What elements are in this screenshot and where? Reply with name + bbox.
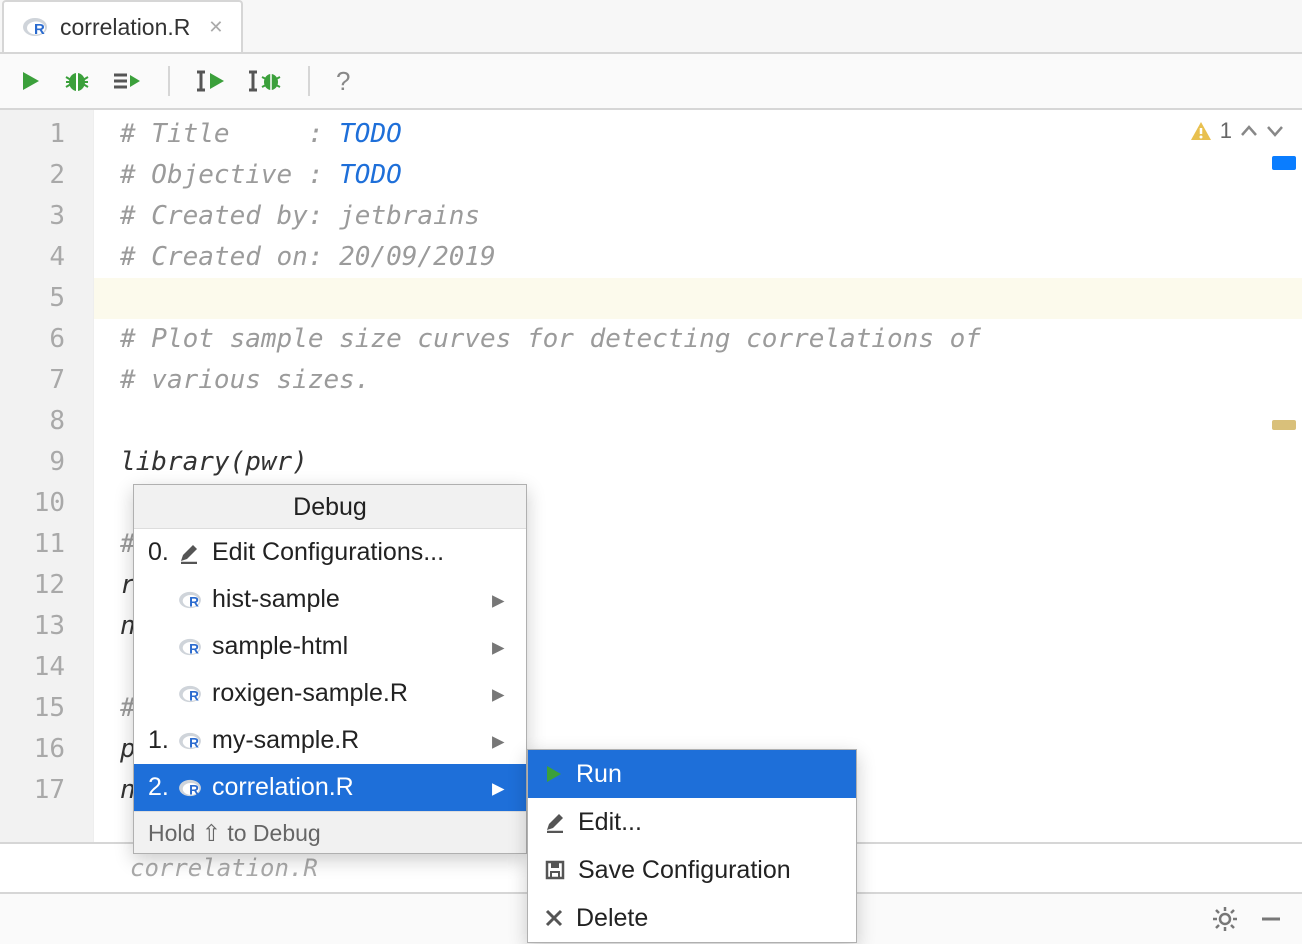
line-number: 7 bbox=[0, 360, 93, 401]
popup-title: Debug bbox=[134, 485, 526, 529]
line-number: 8 bbox=[0, 401, 93, 442]
submenu-arrow-icon: ▸ bbox=[492, 585, 512, 615]
code-line[interactable]: # Objective : TODO bbox=[94, 155, 1302, 196]
menu-item-label: my-sample.R bbox=[212, 726, 492, 755]
line-number: 13 bbox=[0, 606, 93, 647]
line-number: 1 bbox=[0, 114, 93, 155]
svg-text:R: R bbox=[34, 21, 45, 38]
r-logo-icon: R bbox=[178, 778, 212, 798]
debug-config-item[interactable]: Rsample-html▸ bbox=[134, 623, 526, 670]
line-number: 11 bbox=[0, 524, 93, 565]
r-logo-icon: R bbox=[178, 637, 212, 657]
run-selection-icon[interactable] bbox=[112, 70, 142, 92]
submenu-item[interactable]: Delete bbox=[528, 894, 856, 942]
submenu-item[interactable]: Run bbox=[528, 750, 856, 798]
debug-popup[interactable]: Debug 0. Edit Configurations... Rhist-sa… bbox=[133, 484, 527, 854]
breadcrumb-item[interactable]: correlation.R bbox=[130, 854, 318, 882]
cross-icon bbox=[544, 908, 564, 928]
svg-text:R: R bbox=[189, 782, 199, 797]
debug-icon[interactable] bbox=[64, 69, 90, 93]
line-number: 10 bbox=[0, 483, 93, 524]
line-number: 5 bbox=[0, 278, 93, 319]
line-number: 2 bbox=[0, 155, 93, 196]
inspection-summary[interactable]: 1 bbox=[1190, 118, 1284, 144]
debug-submenu[interactable]: Run Edit... Save Configuration Delete bbox=[527, 749, 857, 943]
warning-icon bbox=[1190, 120, 1212, 142]
help-icon[interactable]: ? bbox=[336, 66, 350, 97]
submenu-arrow-icon: ▸ bbox=[492, 773, 512, 803]
submenu-item[interactable]: Save Configuration bbox=[528, 846, 856, 894]
scroll-marker[interactable] bbox=[1272, 420, 1296, 430]
menu-item-label: hist-sample bbox=[212, 585, 492, 614]
debug-config-item[interactable]: 2.Rcorrelation.R▸ bbox=[134, 764, 526, 811]
menu-item-label: Edit Configurations... bbox=[212, 538, 512, 567]
pencil-icon bbox=[178, 542, 212, 564]
save-icon bbox=[544, 859, 566, 881]
line-number: 14 bbox=[0, 647, 93, 688]
line-number: 9 bbox=[0, 442, 93, 483]
svg-text:R: R bbox=[189, 735, 199, 750]
toolbar-separator bbox=[308, 66, 310, 96]
gear-icon[interactable] bbox=[1212, 906, 1238, 932]
r-logo-icon: R bbox=[178, 590, 212, 610]
warning-count: 1 bbox=[1220, 118, 1232, 144]
menu-item-label: Delete bbox=[576, 904, 648, 933]
line-number: 16 bbox=[0, 729, 93, 770]
toolbar-separator bbox=[168, 66, 170, 96]
debug-config-item[interactable]: 1.Rmy-sample.R▸ bbox=[134, 717, 526, 764]
submenu-arrow-icon: ▸ bbox=[492, 632, 512, 662]
edit-configurations-item[interactable]: 0. Edit Configurations... bbox=[134, 529, 526, 576]
r-logo-icon: R bbox=[22, 16, 48, 38]
pencil-icon bbox=[544, 811, 566, 833]
debug-config-item[interactable]: Rroxigen-sample.R▸ bbox=[134, 670, 526, 717]
submenu-item[interactable]: Edit... bbox=[528, 798, 856, 846]
line-number-gutter: 1234567891011121314151617 bbox=[0, 110, 94, 888]
r-logo-icon: R bbox=[178, 684, 212, 704]
submenu-arrow-icon: ▸ bbox=[492, 679, 512, 709]
line-number: 15 bbox=[0, 688, 93, 729]
svg-text:R: R bbox=[189, 594, 199, 609]
code-line[interactable]: # Plot sample size curves for detecting … bbox=[94, 319, 1302, 360]
code-line[interactable]: # Created on: 20/09/2019 bbox=[94, 237, 1302, 278]
next-problem-icon[interactable] bbox=[1266, 124, 1284, 138]
menu-item-label: Save Configuration bbox=[578, 856, 791, 885]
menu-item-label: Edit... bbox=[578, 808, 642, 837]
editor-tab[interactable]: R correlation.R ✕ bbox=[2, 0, 243, 52]
editor-toolbar: ? bbox=[0, 54, 1302, 110]
line-number: 17 bbox=[0, 770, 93, 811]
close-tab-icon[interactable]: ✕ bbox=[208, 17, 223, 38]
code-line[interactable]: # various sizes. bbox=[94, 360, 1302, 401]
r-logo-icon: R bbox=[178, 731, 212, 751]
play-icon bbox=[544, 764, 564, 784]
debug-cursor-icon[interactable] bbox=[248, 69, 282, 93]
code-line[interactable] bbox=[94, 278, 1302, 319]
code-line[interactable] bbox=[94, 401, 1302, 442]
scroll-marker[interactable] bbox=[1272, 156, 1296, 170]
menu-item-label: Run bbox=[576, 760, 622, 789]
popup-hint: Hold ⇧ to Debug bbox=[134, 811, 526, 853]
debug-config-item[interactable]: Rhist-sample▸ bbox=[134, 576, 526, 623]
line-number: 12 bbox=[0, 565, 93, 606]
line-number: 6 bbox=[0, 319, 93, 360]
code-line[interactable]: # Title : TODO bbox=[94, 114, 1302, 155]
line-number: 4 bbox=[0, 237, 93, 278]
minimize-icon[interactable] bbox=[1260, 908, 1282, 930]
code-line[interactable]: # Created by: jetbrains bbox=[94, 196, 1302, 237]
tab-bar: R correlation.R ✕ bbox=[0, 0, 1302, 54]
code-line[interactable]: library(pwr) bbox=[94, 442, 1302, 483]
menu-item-label: sample-html bbox=[212, 632, 492, 661]
svg-text:R: R bbox=[189, 688, 199, 703]
tab-title: correlation.R bbox=[60, 14, 190, 41]
submenu-arrow-icon: ▸ bbox=[492, 726, 512, 756]
menu-item-label: correlation.R bbox=[212, 773, 492, 802]
svg-text:R: R bbox=[189, 641, 199, 656]
menu-item-label: roxigen-sample.R bbox=[212, 679, 492, 708]
line-number: 3 bbox=[0, 196, 93, 237]
run-icon[interactable] bbox=[20, 70, 42, 92]
prev-problem-icon[interactable] bbox=[1240, 124, 1258, 138]
run-cursor-icon[interactable] bbox=[196, 69, 226, 93]
